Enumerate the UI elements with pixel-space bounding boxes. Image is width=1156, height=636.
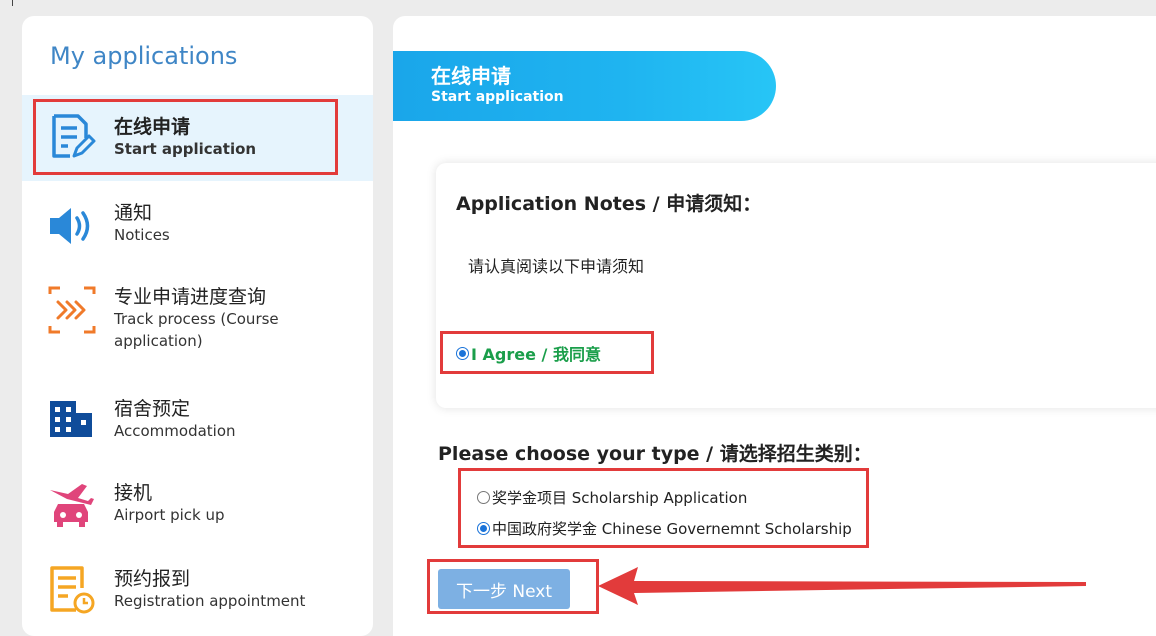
sidebar-item-registration-appointment[interactable]: 预约报到 Registration appointment [22, 562, 373, 622]
window-corner-mark [4, 0, 13, 6]
sidebar-item-label-en: Registration appointment [114, 592, 306, 610]
sidebar-item-label-en: Airport pick up [114, 506, 225, 524]
sidebar-item-label-en: Start application [114, 140, 257, 158]
sidebar: My applications 在线申请 Start application 通… [22, 16, 373, 636]
notes-body: 请认真阅读以下申请须知 [468, 257, 645, 276]
clock-document-icon [46, 564, 98, 616]
main-panel: 在线申请 Start application Application Notes… [393, 16, 1156, 636]
sidebar-title: My applications [50, 42, 238, 70]
speaker-icon [46, 200, 98, 252]
notes-title: Application Notes / 申请须知： [456, 193, 762, 215]
type-option-label: 奖学金项目 Scholarship Application [492, 489, 748, 507]
building-icon [46, 395, 98, 447]
sidebar-item-track-process[interactable]: 专业申请进度查询 Track process (Course applicati… [22, 282, 373, 362]
next-button[interactable]: 下一步 Next [438, 569, 570, 609]
type-section-title: Please choose your type / 请选择招生类别： [438, 443, 872, 465]
sidebar-item-notices[interactable]: 通知 Notices [22, 194, 373, 254]
sidebar-item-label-zh: 接机 [114, 482, 153, 504]
chinese-government-scholarship-radio[interactable] [477, 522, 490, 535]
sidebar-item-accommodation[interactable]: 宿舍预定 Accommodation [22, 392, 373, 452]
scholarship-application-radio[interactable] [477, 491, 490, 504]
page-header: 在线申请 Start application [393, 51, 776, 121]
sidebar-item-start-application[interactable]: 在线申请 Start application [22, 95, 373, 181]
page-title-en: Start application [431, 89, 564, 105]
type-option-scholarship-application[interactable]: 奖学金项目 Scholarship Application [477, 487, 747, 508]
agree-option[interactable]: I Agree / 我同意 [456, 341, 601, 365]
type-option-label: 中国政府奖学金 Chinese Governemnt Scholarship [492, 520, 852, 538]
agree-label: I Agree / 我同意 [471, 345, 601, 364]
sidebar-item-label-zh: 预约报到 [114, 568, 191, 590]
sidebar-item-airport-pickup[interactable]: 接机 Airport pick up [22, 476, 373, 536]
sidebar-item-label-zh: 宿舍预定 [114, 398, 191, 420]
sidebar-item-label-zh: 在线申请 [114, 116, 191, 138]
sidebar-item-label-en: Notices [114, 226, 170, 244]
agree-radio[interactable] [456, 346, 469, 360]
sidebar-item-label-zh: 通知 [114, 202, 153, 224]
annotation-arrow-icon [598, 567, 1086, 605]
sidebar-item-label-en: Track process (Course [114, 310, 279, 328]
track-arrows-icon [46, 284, 98, 336]
page-title-zh: 在线申请 [431, 64, 511, 88]
application-notes-card: Application Notes / 申请须知： 请认真阅读以下申请须知 I … [436, 163, 1156, 408]
sidebar-item-label-en: Accommodation [114, 422, 236, 440]
sidebar-item-label-en-line2: application) [114, 332, 203, 350]
edit-form-icon [46, 112, 98, 164]
type-option-chinese-government-scholarship[interactable]: 中国政府奖学金 Chinese Governemnt Scholarship [477, 518, 852, 539]
sidebar-item-label-zh: 专业申请进度查询 [114, 286, 267, 308]
airport-car-icon [46, 476, 98, 528]
